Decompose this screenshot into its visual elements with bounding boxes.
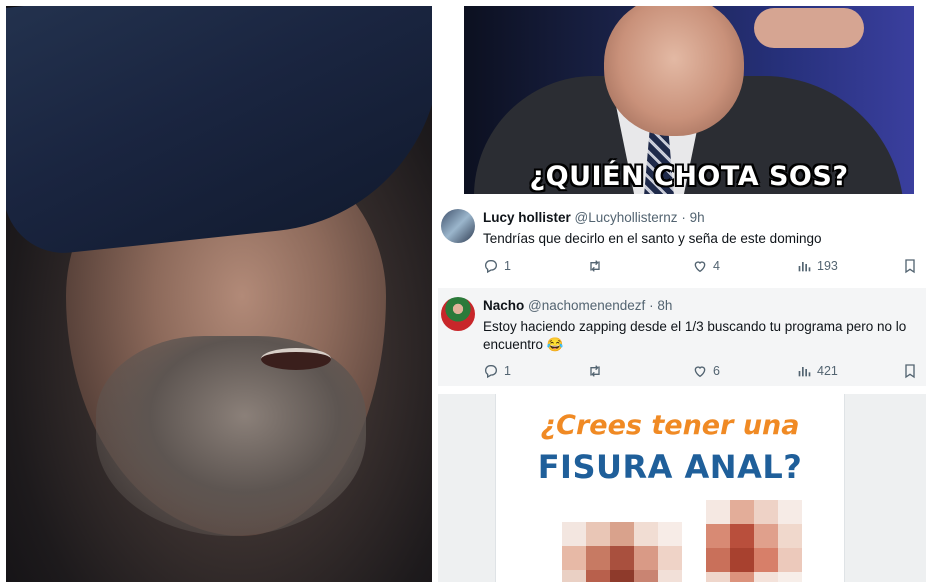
reply-count: 1 <box>504 259 511 273</box>
display-name[interactable]: Nacho <box>483 298 524 313</box>
pixel-cell <box>658 546 682 570</box>
pixel-cell <box>634 522 658 546</box>
tweet-actions: 1 4 193 <box>483 258 926 276</box>
views-button[interactable]: 421 <box>796 363 838 379</box>
ad-image[interactable]: ¿Crees tener una FISURA ANAL? <box>438 394 926 582</box>
pixel-cell <box>730 572 754 582</box>
bookmark-button[interactable] <box>902 258 918 274</box>
pixel-cell <box>658 570 682 582</box>
ad-headline-1: ¿Crees tener una <box>540 410 800 441</box>
bookmark-icon <box>905 259 915 274</box>
ad-card: ¿Crees tener una FISURA ANAL? <box>495 394 845 582</box>
tweet-time[interactable]: 9h <box>690 210 705 225</box>
user-handle[interactable]: @nachomenendezf <box>528 298 645 313</box>
pixel-cell <box>562 522 586 546</box>
pixel-cell <box>562 570 586 582</box>
pixel-cell <box>658 522 682 546</box>
pixel-cell <box>706 548 730 572</box>
retweet-button[interactable] <box>587 363 608 379</box>
portrait-mouth <box>261 348 331 370</box>
retweet-button[interactable] <box>587 258 608 274</box>
like-button[interactable]: 6 <box>692 363 720 379</box>
retweet-icon <box>590 260 600 272</box>
pixel-cell <box>754 524 778 548</box>
like-icon <box>694 366 706 378</box>
avatar[interactable] <box>441 209 475 243</box>
bookmark-icon <box>905 364 915 379</box>
pixel-cell <box>610 522 634 546</box>
like-count: 4 <box>713 259 720 273</box>
pixel-cell <box>778 524 802 548</box>
pixel-cell <box>586 546 610 570</box>
portrait-beard <box>96 336 366 536</box>
reply-count: 1 <box>504 364 511 378</box>
separator-dot: · <box>649 298 654 313</box>
reply-button[interactable]: 1 <box>483 258 511 274</box>
tweet-actions: 1 6 421 <box>483 363 926 381</box>
pixel-cell <box>562 546 586 570</box>
tweet-reply[interactable]: Lucy hollister @Lucyhollisternz · 9h Ten… <box>438 200 926 286</box>
views-count: 193 <box>817 259 838 273</box>
pixel-cell <box>730 524 754 548</box>
pixel-cell <box>754 548 778 572</box>
pixelated-image-left <box>562 522 682 582</box>
pixel-cell <box>706 524 730 548</box>
tweet-time[interactable]: 8h <box>657 298 672 313</box>
like-button[interactable]: 4 <box>692 258 720 274</box>
tweet-header: Lucy hollister @Lucyhollisternz · 9h <box>483 210 705 225</box>
display-name[interactable]: Lucy hollister <box>483 210 571 225</box>
meme-head <box>604 6 744 136</box>
meme-caption: ¿QUIÉN CHOTA SOS? <box>529 161 849 192</box>
pixel-cell <box>754 500 778 524</box>
views-icon <box>798 367 811 377</box>
pixel-cell <box>706 500 730 524</box>
reply-icon <box>485 365 497 379</box>
pixel-cell <box>586 570 610 582</box>
pixel-cell <box>634 546 658 570</box>
pixel-cell <box>730 500 754 524</box>
pixel-cell <box>778 500 802 524</box>
meme-hand <box>754 8 864 48</box>
pixelated-image-right <box>706 500 802 582</box>
portrait-hat <box>6 6 432 259</box>
views-icon <box>798 262 811 272</box>
pixel-cell <box>706 572 730 582</box>
tweet-text: Tendrías que decirlo en el santo y seña … <box>483 231 822 246</box>
views-button[interactable]: 193 <box>796 258 838 274</box>
separator-dot: · <box>681 210 686 225</box>
reply-icon <box>485 260 497 274</box>
pixel-cell <box>586 522 610 546</box>
like-icon <box>694 261 706 273</box>
user-handle[interactable]: @Lucyhollisternz <box>575 210 678 225</box>
pixel-cell <box>610 570 634 582</box>
tweet-text: Estoy haciendo zapping desde el 1/3 busc… <box>483 319 907 352</box>
pixel-cell <box>634 570 658 582</box>
portrait-photo <box>6 6 432 582</box>
pixel-cell <box>754 572 778 582</box>
like-count: 6 <box>713 364 720 378</box>
retweet-icon <box>590 365 600 377</box>
pixel-cell <box>778 572 802 582</box>
pixel-cell <box>610 546 634 570</box>
pixel-cell <box>778 548 802 572</box>
meme-image[interactable]: ¿QUIÉN CHOTA SOS? <box>464 6 914 194</box>
ad-headline-2: FISURA ANAL? <box>537 448 803 486</box>
tweet-reply[interactable]: Nacho @nachomenendezf · 8h Estoy haciend… <box>438 288 926 386</box>
tweet-header: Nacho @nachomenendezf · 8h <box>483 298 672 313</box>
avatar[interactable] <box>441 297 475 331</box>
views-count: 421 <box>817 364 838 378</box>
pixel-cell <box>730 548 754 572</box>
bookmark-button[interactable] <box>902 363 918 379</box>
reply-button[interactable]: 1 <box>483 363 511 379</box>
